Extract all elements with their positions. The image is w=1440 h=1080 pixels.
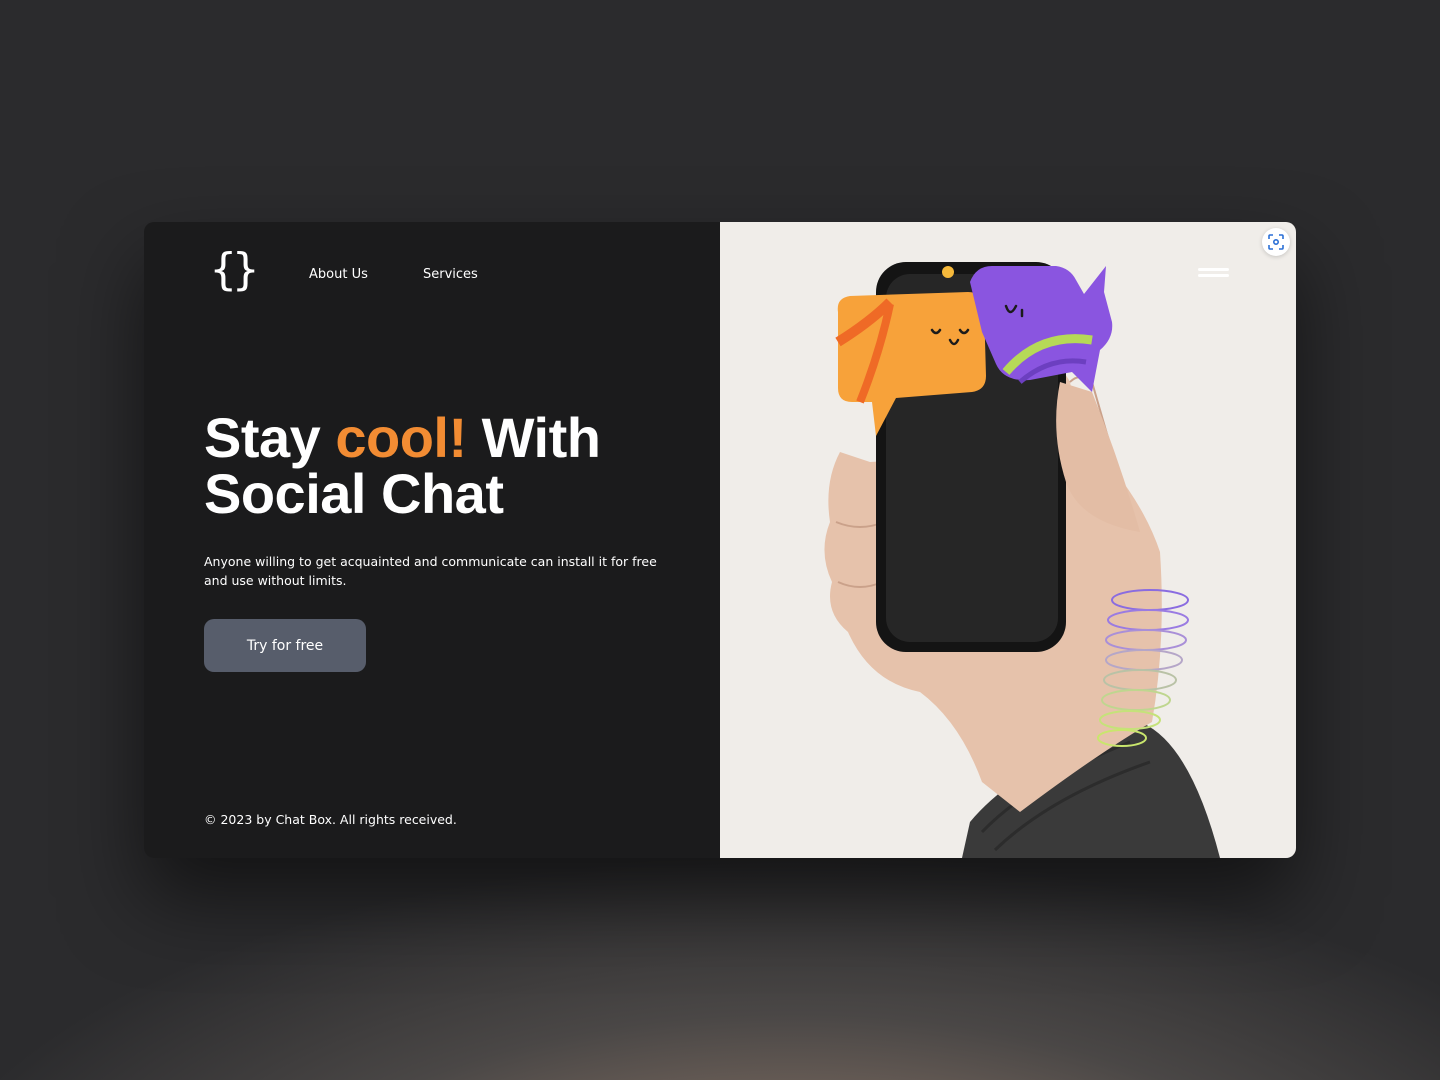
hamburger-icon[interactable] xyxy=(1198,268,1229,280)
scan-icon[interactable] xyxy=(1262,228,1290,256)
nav-about-us[interactable]: About Us xyxy=(309,267,368,282)
right-panel xyxy=(720,222,1296,858)
page-background: {} About Us Services Stay cool! With Soc… xyxy=(0,0,1440,1080)
headline-accent: cool! xyxy=(335,406,467,469)
hero-subtext: Anyone willing to get acquainted and com… xyxy=(204,554,657,588)
hand-holding-phone-illustration xyxy=(824,262,1220,858)
hamburger-line xyxy=(1198,274,1229,277)
hero-headline: Stay cool! With Social Chat xyxy=(204,410,664,522)
nav-services[interactable]: Services xyxy=(423,267,478,282)
scan-icon-glyph xyxy=(1268,234,1284,250)
logo[interactable]: {} xyxy=(210,248,259,292)
headline-part1: Stay xyxy=(204,406,336,469)
left-panel: {} About Us Services Stay cool! With Soc… xyxy=(144,222,720,858)
copyright-text: © 2023 by Chat Box. All rights received. xyxy=(204,812,457,827)
try-for-free-button[interactable]: Try for free xyxy=(204,619,366,672)
hamburger-line xyxy=(1198,268,1229,271)
landing-card: {} About Us Services Stay cool! With Soc… xyxy=(144,222,1296,858)
